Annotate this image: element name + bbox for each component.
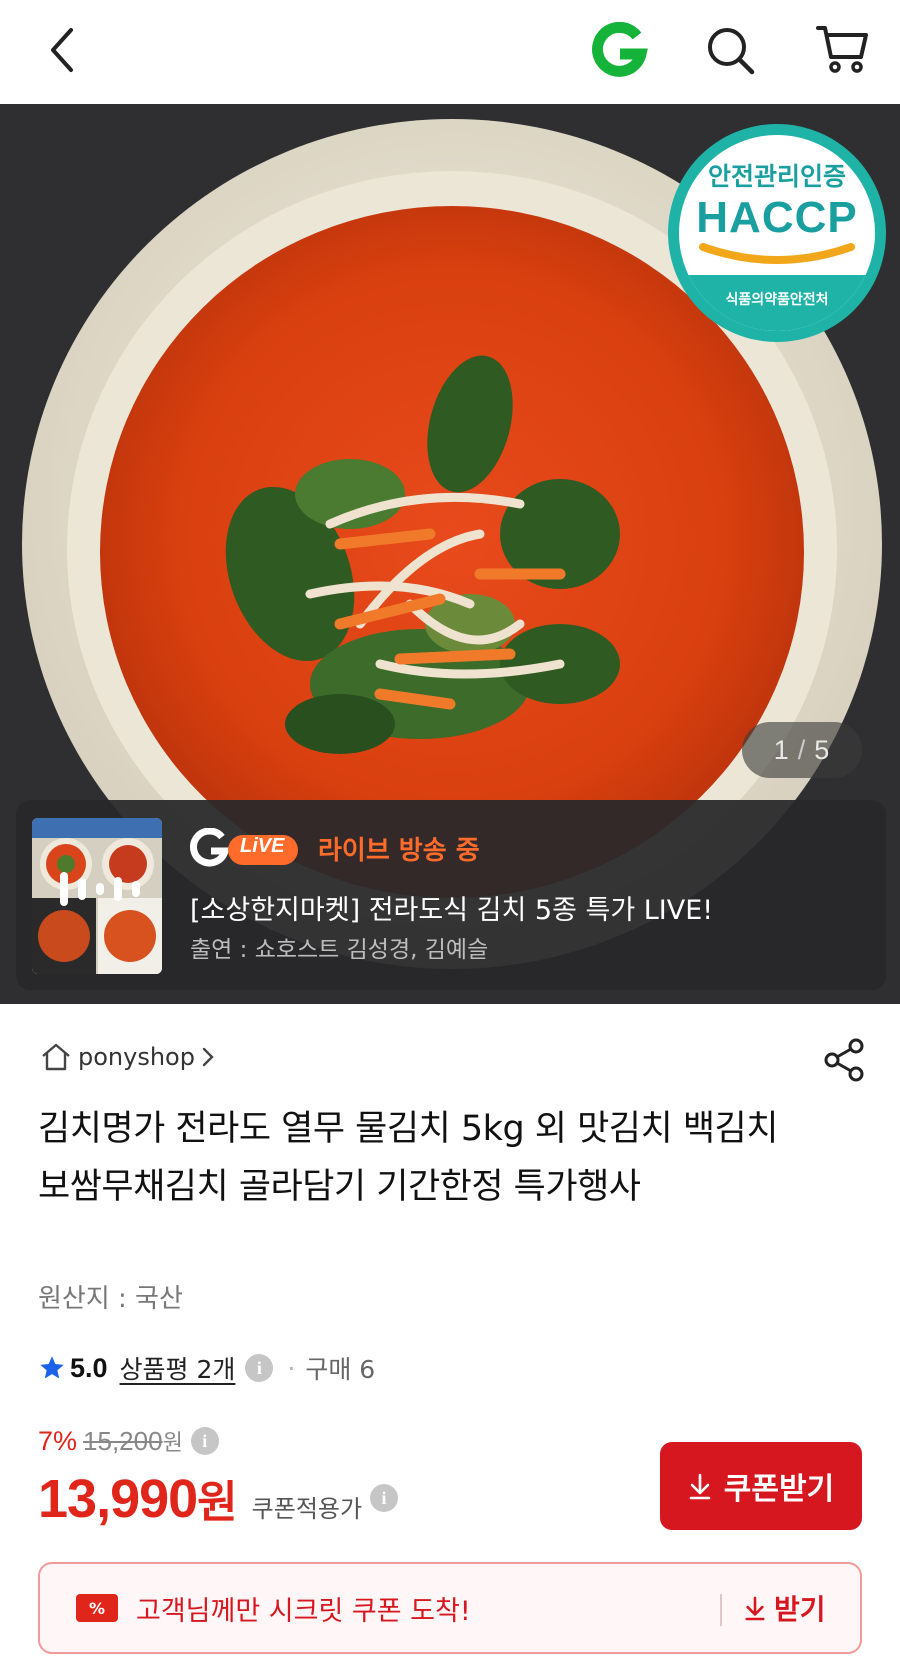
- price-row: 13,990 원 쿠폰적용가 i: [38, 1466, 399, 1530]
- download-icon: [745, 1596, 765, 1621]
- discount-row: 7% 15,200 원 i: [38, 1424, 219, 1458]
- original-price: 15,200: [83, 1425, 163, 1456]
- secret-coupon-banner[interactable]: % 고객님께만 시크릿 쿠폰 도착! 받기: [38, 1562, 862, 1654]
- haccp-badge-main-text: HACCP: [696, 193, 858, 242]
- shop-name: ponyshop: [78, 1043, 195, 1071]
- sale-price: 13,990: [38, 1469, 198, 1529]
- share-button[interactable]: [820, 1034, 868, 1086]
- search-icon: [708, 28, 755, 75]
- home-icon: [42, 1043, 70, 1071]
- live-equalizer-icon: [60, 872, 140, 906]
- price-info-icon[interactable]: i: [190, 1427, 219, 1455]
- gmarket-logo[interactable]: [588, 20, 650, 82]
- rating-score: 5.0: [70, 1352, 108, 1383]
- live-badge-text: LiVE: [240, 835, 285, 857]
- coupon-applied-label: 쿠폰적용가: [251, 1495, 363, 1523]
- review-count-link[interactable]: 상품평 2개: [120, 1350, 236, 1386]
- coupon-info-icon[interactable]: i: [370, 1484, 399, 1512]
- pager-separator: /: [797, 734, 807, 765]
- haccp-swoosh-icon: [699, 243, 855, 264]
- rating-row: 5.0 상품평 2개 i · 구매 6: [38, 1350, 375, 1386]
- live-cast: 출연 : 쇼호스트 김성경, 김예슬: [190, 937, 489, 963]
- share-icon: [824, 1038, 864, 1082]
- info-icon[interactable]: i: [245, 1354, 274, 1382]
- get-coupon-button[interactable]: 쿠폰받기: [660, 1442, 862, 1530]
- secret-coupon-divider: [720, 1594, 722, 1626]
- discount-rate: 7%: [38, 1425, 78, 1456]
- image-page-indicator: 1 / 5: [742, 722, 862, 778]
- back-button[interactable]: [34, 20, 90, 80]
- purchase-count: 구매 6: [305, 1355, 376, 1384]
- haccp-badge-top-text: 안전관리인증: [707, 162, 846, 191]
- coupon-percent-icon: %: [76, 1594, 118, 1622]
- g-logo-icon: [592, 22, 648, 77]
- shop-link[interactable]: ponyshop: [40, 1042, 215, 1072]
- live-status-text: 라이브 방송 중: [318, 836, 480, 866]
- original-price-currency: 원: [162, 1431, 183, 1456]
- top-navigation-bar: [0, 0, 900, 104]
- chevron-left-icon: [51, 28, 73, 72]
- haccp-certification-badge: 안전관리인증 HACCP 식품의약품안전처: [668, 124, 886, 342]
- star-icon: [40, 1356, 64, 1379]
- secret-coupon-receive-button[interactable]: 받기: [744, 1588, 826, 1628]
- live-thumbnail: [32, 818, 162, 974]
- get-coupon-label: 쿠폰받기: [723, 1472, 835, 1507]
- pager-total: 5: [814, 734, 831, 765]
- cart-button[interactable]: [812, 18, 874, 80]
- dot-separator: ·: [287, 1353, 296, 1383]
- pager-current: 1: [773, 734, 790, 765]
- product-origin: 원산지 : 국산: [38, 1284, 183, 1314]
- g-live-logo: LiVE: [190, 828, 302, 870]
- cart-icon: [816, 26, 868, 73]
- live-title: [소상한지마켓] 전라도식 김치 5종 특가 LIVE!: [190, 895, 714, 926]
- live-broadcast-banner[interactable]: LiVE 라이브 방송 중 [소상한지마켓] 전라도식 김치 5종 특가 LIV…: [16, 800, 886, 990]
- search-button[interactable]: [700, 20, 762, 82]
- product-image-carousel[interactable]: 안전관리인증 HACCP 식품의약품안전처 1 / 5 LiVE 라이브 방송 …: [0, 104, 900, 1004]
- download-icon: [689, 1473, 711, 1500]
- chevron-right-icon: [202, 1047, 214, 1067]
- secret-coupon-message: 고객님께만 시크릿 쿠폰 도착!: [136, 1595, 471, 1627]
- secret-coupon-receive-label: 받기: [774, 1593, 826, 1626]
- sale-price-currency: 원: [197, 1477, 238, 1528]
- product-title: 김치명가 전라도 열무 물김치 5kg 외 맛김치 백김치 보쌈무채김치 골라담…: [38, 1109, 778, 1207]
- haccp-badge-bottom-text: 식품의약품안전처: [679, 275, 875, 331]
